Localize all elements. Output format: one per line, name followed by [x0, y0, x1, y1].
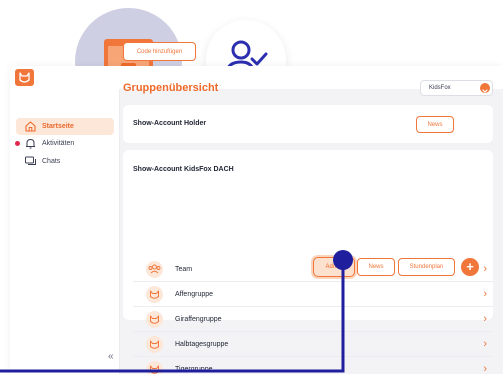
bell-icon	[26, 138, 35, 149]
fox-logo-icon[interactable]	[15, 69, 34, 86]
chevron-right-icon: ›	[483, 363, 487, 374]
fox-group-icon	[146, 361, 163, 374]
group-row-halbtagesgruppe[interactable]: Halbtagesgruppe ›	[133, 333, 493, 357]
sidebar: Startseite Aktivitäten Chats «	[10, 89, 120, 374]
chat-icon	[25, 156, 36, 165]
sidebar-item-label: Startseite	[42, 123, 74, 130]
chevron-right-icon: ›	[483, 288, 487, 300]
group-label: Affengruppe	[175, 291, 214, 298]
chevron-right-icon: ›	[483, 313, 487, 325]
sidebar-item-aktivitaeten[interactable]: Aktivitäten	[15, 135, 114, 152]
chevron-right-icon: ›	[483, 338, 487, 350]
card-title: Show-Account KidsFox DACH	[133, 166, 234, 173]
group-label: Giraffengruppe	[175, 316, 222, 323]
collapse-sidebar-button[interactable]: «	[108, 351, 114, 362]
group-label: Tigergruppe	[175, 366, 213, 373]
group-label: Halbtagesgruppe	[175, 341, 229, 348]
group-row-affengruppe[interactable]: Affengruppe ›	[133, 283, 493, 307]
group-row-giraffengruppe[interactable]: Giraffengruppe ›	[133, 308, 493, 332]
chevron-down-icon	[480, 83, 490, 93]
fox-group-icon	[146, 336, 163, 353]
group-row-team[interactable]: Team ›	[133, 258, 493, 282]
sidebar-item-chats[interactable]: Chats	[16, 153, 114, 170]
notification-badge	[15, 141, 20, 146]
card-title: Show-Account Holder	[133, 120, 207, 127]
group-label: Team	[175, 266, 193, 273]
fox-group-icon	[146, 286, 163, 303]
add-code-button[interactable]: Code hinzufügen	[123, 42, 196, 61]
fox-group-icon	[146, 311, 163, 328]
sidebar-item-startseite[interactable]: Startseite	[16, 118, 114, 135]
team-icon	[146, 261, 163, 278]
group-row-tigergruppe[interactable]: Tigergruppe ›	[133, 358, 493, 374]
organization-select[interactable]: KidsFox	[420, 80, 493, 96]
page-title: Gruppenübersicht	[123, 82, 219, 94]
home-icon	[25, 121, 36, 132]
chevron-right-icon: ›	[483, 263, 487, 275]
sidebar-item-label: Aktivitäten	[42, 140, 75, 147]
news-button[interactable]: News	[416, 116, 454, 133]
sidebar-item-label: Chats	[42, 158, 61, 165]
organization-select-value: KidsFox	[429, 85, 451, 91]
